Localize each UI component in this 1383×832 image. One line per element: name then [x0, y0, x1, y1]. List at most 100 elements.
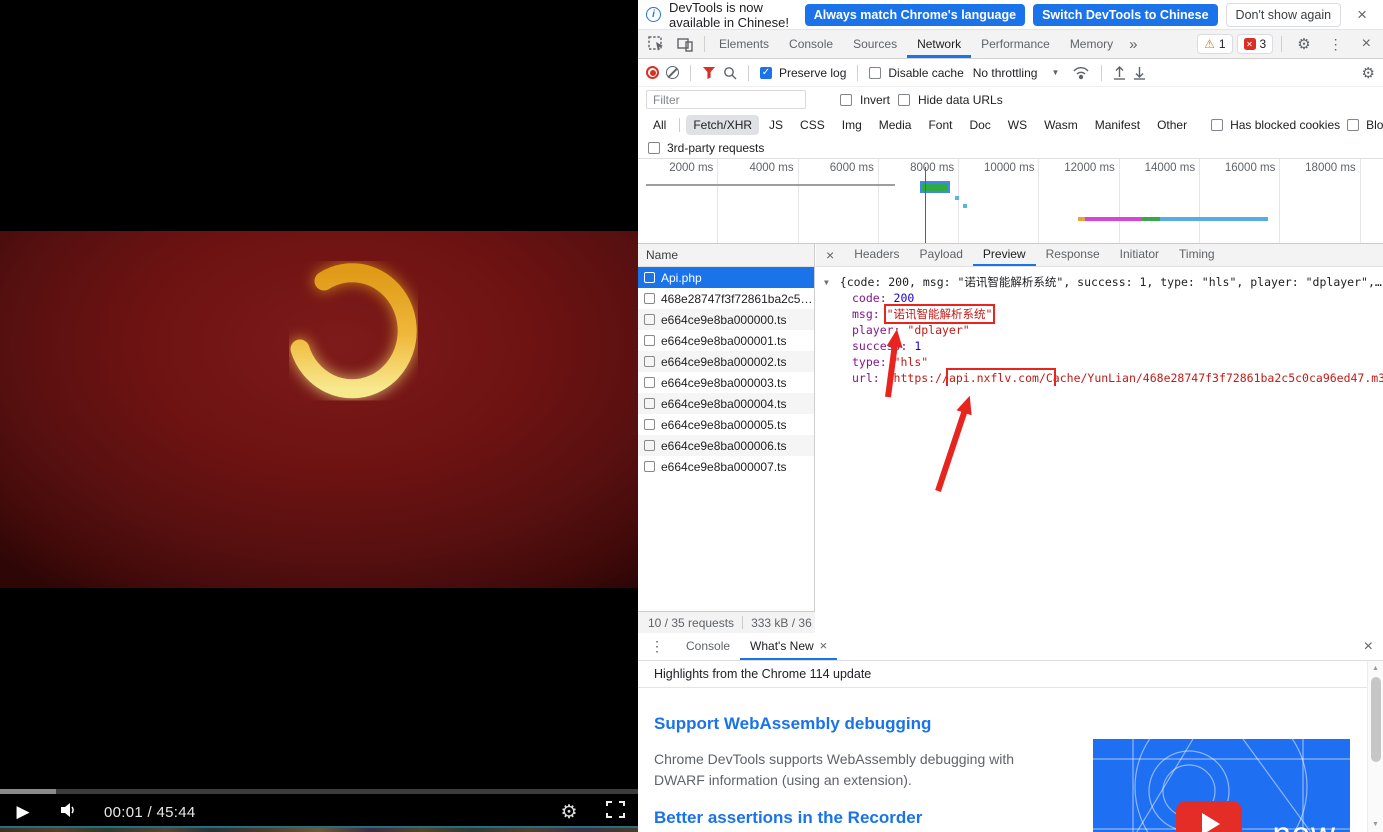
timeline-tick-label: 10000 ms — [959, 159, 1039, 243]
request-row[interactable]: e664ce9e8ba000007.ts — [638, 456, 814, 477]
request-detail-panel: × HeadersPayloadPreviewResponseInitiator… — [816, 244, 1383, 633]
drawer-close-icon[interactable]: × — [1354, 638, 1383, 656]
third-party-checkbox[interactable] — [648, 142, 660, 154]
request-checkbox[interactable] — [644, 335, 655, 346]
import-har-icon[interactable] — [1113, 66, 1126, 80]
drawer-menu-icon[interactable]: ⋮ — [638, 638, 676, 655]
request-checkbox[interactable] — [644, 398, 655, 409]
network-settings-gear-icon[interactable]: ⚙ — [1362, 64, 1375, 82]
chip-img[interactable]: Img — [835, 115, 869, 135]
request-checkbox[interactable] — [644, 440, 655, 451]
blocked-requests-checkbox[interactable] — [1347, 119, 1359, 131]
detail-tab-timing[interactable]: Timing — [1169, 244, 1225, 266]
detail-tab-response[interactable]: Response — [1036, 244, 1110, 266]
search-icon[interactable] — [723, 66, 737, 80]
hide-data-urls-checkbox[interactable] — [898, 94, 910, 106]
name-column-header[interactable]: Name — [638, 244, 814, 267]
chip-fetch-xhr[interactable]: Fetch/XHR — [686, 115, 759, 135]
video-frame[interactable] — [0, 231, 638, 588]
errors-badge[interactable]: ✕ 3 — [1237, 34, 1274, 54]
more-tabs-icon[interactable]: » — [1123, 36, 1143, 53]
scroll-up-icon[interactable]: ▲ — [1368, 661, 1383, 672]
json-summary-line[interactable]: ▼ {code: 200, msg: "诺讯智能解析系统", success: … — [824, 274, 1379, 290]
tab-console[interactable]: Console — [779, 30, 843, 58]
chip-css[interactable]: CSS — [793, 115, 832, 135]
record-button[interactable] — [646, 66, 659, 79]
filter-funnel-icon[interactable] — [702, 66, 716, 79]
filter-input[interactable] — [646, 90, 806, 109]
request-checkbox[interactable] — [644, 377, 655, 388]
scrollbar-thumb[interactable] — [1371, 677, 1381, 762]
fullscreen-icon[interactable] — [592, 801, 638, 823]
settings-gear-icon[interactable]: ⚙ — [1290, 35, 1317, 53]
chip-font[interactable]: Font — [921, 115, 959, 135]
chip-wasm[interactable]: Wasm — [1037, 115, 1085, 135]
chip-ws[interactable]: WS — [1001, 115, 1034, 135]
request-checkbox[interactable] — [644, 356, 655, 367]
youtube-play-icon[interactable] — [1176, 801, 1242, 832]
request-row[interactable]: Api.php — [638, 267, 814, 288]
request-row[interactable]: e664ce9e8ba000004.ts — [638, 393, 814, 414]
play-button[interactable]: ▶ — [0, 802, 46, 822]
chip-doc[interactable]: Doc — [962, 115, 997, 135]
devtools-tabbar: ElementsConsoleSourcesNetworkPerformance… — [638, 30, 1383, 59]
request-checkbox[interactable] — [644, 293, 655, 304]
whatsnew-video-thumbnail[interactable]: new — [1093, 739, 1350, 832]
request-checkbox[interactable] — [644, 314, 655, 325]
request-checkbox[interactable] — [644, 272, 655, 283]
tab-elements[interactable]: Elements — [709, 30, 779, 58]
detail-tab-initiator[interactable]: Initiator — [1110, 244, 1169, 266]
info-icon: i — [646, 7, 661, 22]
chip-manifest[interactable]: Manifest — [1088, 115, 1147, 135]
switch-to-chinese-button[interactable]: Switch DevTools to Chinese — [1033, 4, 1217, 26]
request-checkbox[interactable] — [644, 461, 655, 472]
devtools-close-icon[interactable]: × — [1354, 35, 1379, 53]
detail-close-icon[interactable]: × — [816, 247, 844, 263]
drawer-tab-what-s-new[interactable]: What's New× — [740, 633, 837, 660]
request-row[interactable]: e664ce9e8ba000000.ts — [638, 309, 814, 330]
request-row[interactable]: 468e28747f3f72861ba2c5… — [638, 288, 814, 309]
throttling-select[interactable]: No throttling ▼ — [973, 66, 1060, 80]
volume-icon[interactable] — [46, 802, 92, 823]
detail-tab-headers[interactable]: Headers — [844, 244, 909, 266]
video-settings-icon[interactable]: ⚙ — [546, 801, 592, 824]
detail-tab-payload[interactable]: Payload — [910, 244, 973, 266]
device-toolbar-icon[interactable] — [671, 37, 700, 52]
warnings-badge[interactable]: ⚠ 1 — [1197, 34, 1232, 54]
request-row[interactable]: e664ce9e8ba000002.ts — [638, 351, 814, 372]
tab-close-icon[interactable]: × — [820, 638, 828, 653]
request-row[interactable]: e664ce9e8ba000003.ts — [638, 372, 814, 393]
tab-sources[interactable]: Sources — [843, 30, 907, 58]
inspect-element-icon[interactable] — [642, 36, 671, 52]
tab-network[interactable]: Network — [907, 30, 971, 58]
invert-checkbox[interactable] — [840, 94, 852, 106]
has-blocked-cookies-checkbox[interactable] — [1211, 119, 1223, 131]
request-row[interactable]: e664ce9e8ba000001.ts — [638, 330, 814, 351]
request-name: e664ce9e8ba000003.ts — [661, 376, 786, 390]
export-har-icon[interactable] — [1133, 66, 1146, 80]
match-language-button[interactable]: Always match Chrome's language — [805, 4, 1025, 26]
chip-media[interactable]: Media — [872, 115, 919, 135]
scroll-down-icon[interactable]: ▼ — [1368, 821, 1383, 828]
tab-performance[interactable]: Performance — [971, 30, 1060, 58]
request-checkbox[interactable] — [644, 419, 655, 430]
chip-all[interactable]: All — [646, 115, 673, 135]
tab-memory[interactable]: Memory — [1060, 30, 1123, 58]
drawer-tab-console[interactable]: Console — [676, 633, 740, 660]
infobar-close-icon[interactable]: × — [1349, 5, 1375, 25]
detail-tab-preview[interactable]: Preview — [973, 244, 1036, 266]
drawer-scrollbar[interactable]: ▲ ▼ — [1367, 661, 1383, 832]
request-row[interactable]: e664ce9e8ba000005.ts — [638, 414, 814, 435]
chip-other[interactable]: Other — [1150, 115, 1194, 135]
clear-button[interactable] — [666, 66, 679, 79]
network-overview-timeline[interactable]: 2000 ms4000 ms6000 ms8000 ms10000 ms1200… — [638, 159, 1383, 244]
disable-cache-checkbox[interactable] — [869, 67, 881, 79]
chip-js[interactable]: JS — [762, 115, 790, 135]
dont-show-again-button[interactable]: Don't show again — [1226, 3, 1342, 27]
preserve-log-checkbox[interactable]: ✓ — [760, 67, 772, 79]
network-conditions-icon[interactable] — [1072, 66, 1090, 80]
expand-arrow-icon[interactable]: ▼ — [824, 278, 829, 287]
devtools-menu-icon[interactable]: ⋮ — [1322, 36, 1350, 53]
whatsnew-heading-wasm[interactable]: Support WebAssembly debugging — [654, 714, 1383, 734]
request-row[interactable]: e664ce9e8ba000006.ts — [638, 435, 814, 456]
